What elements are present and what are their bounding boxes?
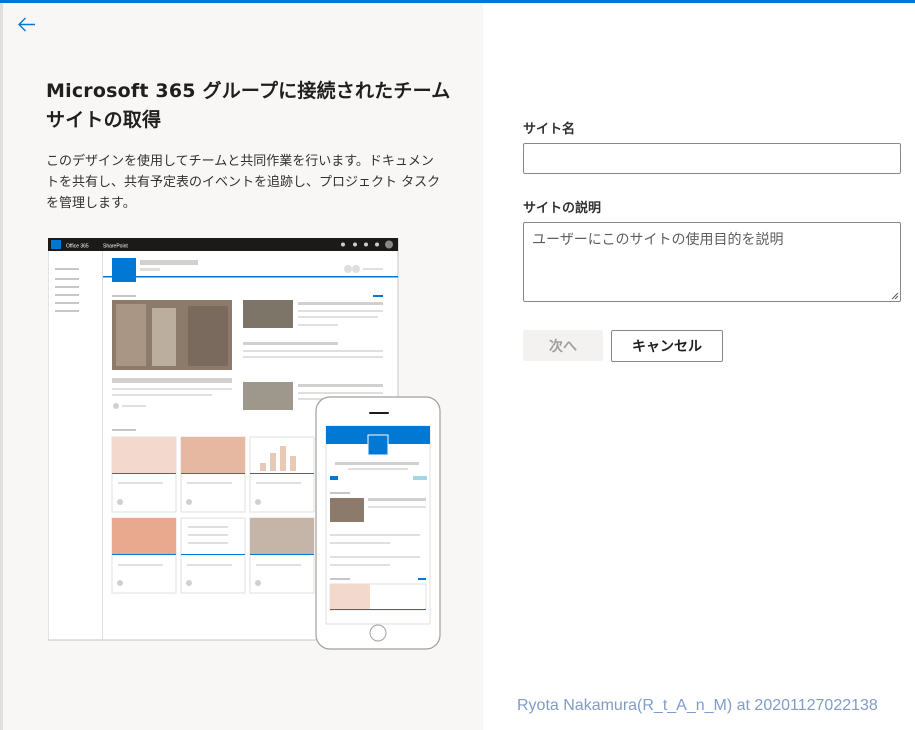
back-button[interactable] xyxy=(15,13,39,37)
next-button[interactable]: 次へ xyxy=(523,330,603,361)
illustration-brand: Office 365 xyxy=(66,244,89,250)
page-title: Microsoft 365 グループに接続されたチーム サイトの取得 xyxy=(46,80,451,131)
illustration-app: SharePoint xyxy=(103,244,128,250)
site-name-label: サイト名 xyxy=(523,122,576,137)
team-site-illustration: Office 365 SharePoint xyxy=(48,238,441,650)
site-description-textarea[interactable] xyxy=(523,222,901,302)
screenshot-watermark: Ryota Nakamura(R_t_A_n_M) at 20201127022… xyxy=(517,697,878,714)
page-description: このデザインを使用してチームと共同作業を行います。ドキュメントを共有し、共有予定… xyxy=(46,154,441,211)
cancel-button[interactable]: キャンセル xyxy=(611,330,723,362)
site-name-input[interactable] xyxy=(523,143,901,174)
site-description-label: サイトの説明 xyxy=(523,201,602,216)
arrow-left-icon xyxy=(18,17,35,32)
resize-grip-icon[interactable] xyxy=(889,290,899,300)
left-info-panel: Microsoft 365 グループに接続されたチーム サイトの取得 このデザイ… xyxy=(0,3,483,730)
